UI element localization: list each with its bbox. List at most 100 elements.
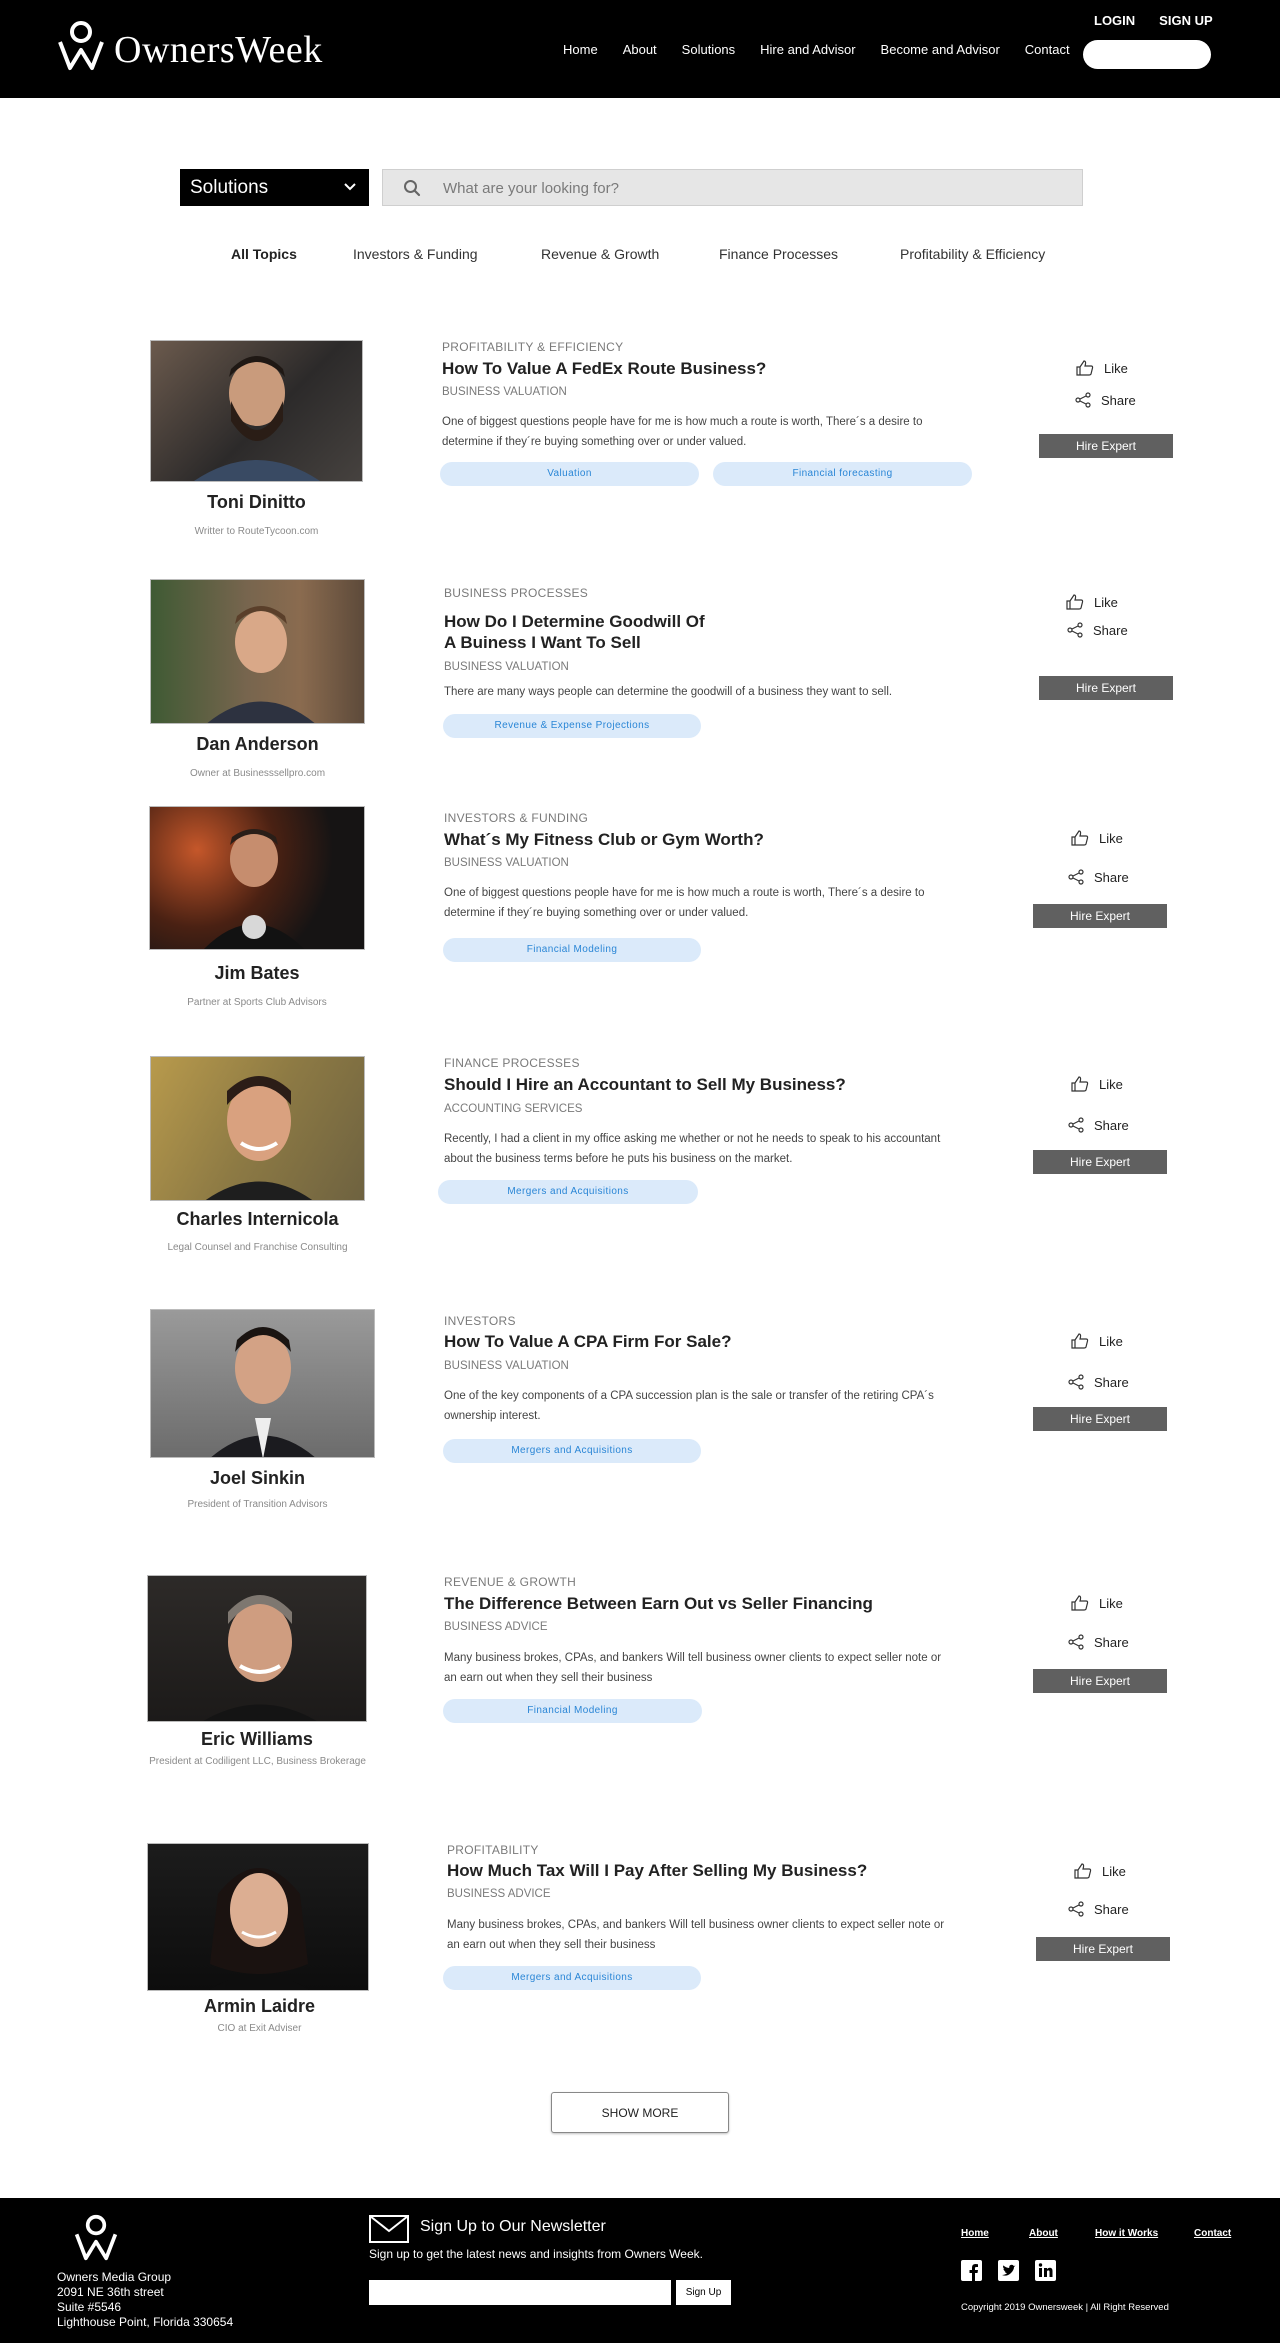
- share-icon: [1068, 1117, 1084, 1133]
- solutions-dropdown[interactable]: Solutions: [180, 169, 369, 206]
- like-button[interactable]: Like: [1071, 1595, 1123, 1611]
- post-excerpt: There are many ways people can determine…: [444, 686, 893, 698]
- site-footer: Owners Media Group 2091 NE 36th street S…: [0, 2198, 1280, 2343]
- thumbs-up-icon: [1071, 1333, 1089, 1349]
- auth-links: LOGIN SIGN UP: [1094, 13, 1237, 28]
- tag-pill[interactable]: Mergers and Acquisitions: [438, 1180, 698, 1204]
- like-label: Like: [1094, 594, 1118, 610]
- share-button[interactable]: Share: [1068, 869, 1129, 885]
- share-button[interactable]: Share: [1068, 1901, 1129, 1917]
- tab-all-topics[interactable]: All Topics: [231, 246, 297, 262]
- post-title[interactable]: How To Value A CPA Firm For Sale?: [444, 1331, 844, 1352]
- tab-finance-processes[interactable]: Finance Processes: [719, 246, 838, 262]
- like-button[interactable]: Like: [1071, 1333, 1123, 1349]
- login-link[interactable]: LOGIN: [1094, 13, 1135, 28]
- post-subcategory: BUSINESS VALUATION: [444, 857, 569, 869]
- author-photo: [150, 340, 363, 482]
- post-subcategory: BUSINESS VALUATION: [444, 661, 569, 673]
- address-line: Owners Media Group: [57, 2270, 172, 2284]
- like-button[interactable]: Like: [1076, 360, 1128, 376]
- share-button[interactable]: Share: [1068, 1374, 1129, 1390]
- tab-investors-funding[interactable]: Investors & Funding: [353, 246, 478, 262]
- company-address: Owners Media Group 2091 NE 36th street S…: [57, 2270, 233, 2330]
- tag-pill[interactable]: Financial forecasting: [713, 462, 972, 486]
- hire-expert-button[interactable]: Hire Expert: [1039, 676, 1173, 700]
- tab-profitability-efficiency[interactable]: Profitability & Efficiency: [900, 246, 1045, 262]
- tag-pill[interactable]: Financial Modeling: [443, 1699, 702, 1723]
- footer-link-home[interactable]: Home: [961, 2228, 989, 2239]
- post-title[interactable]: How Much Tax Will I Pay After Selling My…: [447, 1860, 907, 1881]
- author-role: Partner at Sports Club Advisors: [187, 997, 327, 1008]
- search-input[interactable]: [443, 177, 1043, 199]
- post-title[interactable]: How Do I Determine Goodwill Of A Buiness…: [444, 611, 714, 653]
- post-excerpt: One of the key components of a CPA succe…: [444, 1390, 934, 1422]
- thumbs-up-icon: [1071, 830, 1089, 846]
- share-label: Share: [1093, 622, 1128, 638]
- post-title[interactable]: What´s My Fitness Club or Gym Worth?: [444, 829, 844, 850]
- site-logo[interactable]: OwnersWeek: [58, 20, 368, 74]
- tag-pill[interactable]: Mergers and Acquisitions: [443, 1439, 701, 1463]
- hire-expert-button[interactable]: Hire Expert: [1033, 1407, 1167, 1431]
- nav-solutions[interactable]: Solutions: [682, 42, 735, 57]
- share-button[interactable]: Share: [1068, 1634, 1129, 1650]
- nav-about[interactable]: About: [623, 42, 657, 57]
- footer-link-how-it-works[interactable]: How it Works: [1095, 2228, 1158, 2239]
- share-label: Share: [1094, 869, 1129, 885]
- post-title[interactable]: Should I Hire an Accountant to Sell My B…: [444, 1074, 904, 1095]
- nav-home[interactable]: Home: [563, 42, 598, 57]
- tag-pill[interactable]: Mergers and Acquisitions: [443, 1966, 701, 1990]
- show-more-button[interactable]: SHOW MORE: [551, 2092, 729, 2133]
- hire-expert-button[interactable]: Hire Expert: [1033, 1150, 1167, 1174]
- search-icon[interactable]: [403, 179, 421, 197]
- author-name[interactable]: Toni Dinitto: [150, 492, 363, 513]
- tag-pill[interactable]: Financial Modeling: [443, 938, 701, 962]
- like-button[interactable]: Like: [1066, 594, 1118, 610]
- brand-name: OwnersWeek: [114, 29, 323, 71]
- share-button[interactable]: Share: [1068, 1117, 1129, 1133]
- newsletter-signup-button[interactable]: Sign Up: [676, 2280, 731, 2305]
- author-photo: [147, 1575, 367, 1722]
- share-icon: [1068, 1374, 1084, 1390]
- post-title[interactable]: How To Value A FedEx Route Business?: [442, 358, 842, 379]
- facebook-icon[interactable]: [961, 2260, 982, 2281]
- author-name[interactable]: Armin Laidre: [150, 1996, 369, 2017]
- author-name[interactable]: Jim Bates: [149, 963, 365, 984]
- footer-link-contact[interactable]: Contact: [1194, 2228, 1231, 2239]
- tag-pill[interactable]: Revenue & Expense Projections: [443, 714, 701, 738]
- post-excerpt: Many business brokes, CPAs, and bankers …: [444, 1652, 942, 1684]
- footer-logo-icon[interactable]: [74, 2214, 118, 2262]
- footer-link-about[interactable]: About: [1029, 2228, 1058, 2239]
- twitter-icon[interactable]: [998, 2260, 1019, 2281]
- hire-expert-button[interactable]: Hire Expert: [1033, 904, 1167, 928]
- linkedin-icon[interactable]: [1035, 2260, 1056, 2281]
- post-title[interactable]: The Difference Between Earn Out vs Selle…: [444, 1593, 904, 1614]
- header-search-field[interactable]: [1083, 40, 1211, 69]
- newsletter-email-field[interactable]: [369, 2280, 671, 2305]
- signup-link[interactable]: SIGN UP: [1159, 13, 1212, 28]
- post-category: FINANCE PROCESSES: [444, 1056, 580, 1070]
- share-button[interactable]: Share: [1067, 622, 1128, 638]
- author-name[interactable]: Charles Internicola: [150, 1209, 365, 1230]
- share-label: Share: [1094, 1901, 1129, 1917]
- nav-become-advisor[interactable]: Become and Advisor: [881, 42, 1000, 57]
- hire-expert-button[interactable]: Hire Expert: [1039, 434, 1173, 458]
- author-name[interactable]: Eric Williams: [147, 1729, 367, 1750]
- author-name[interactable]: Dan Anderson: [150, 734, 365, 755]
- share-button[interactable]: Share: [1075, 392, 1136, 408]
- like-label: Like: [1102, 1863, 1126, 1879]
- tab-revenue-growth[interactable]: Revenue & Growth: [541, 246, 659, 262]
- like-button[interactable]: Like: [1071, 1076, 1123, 1092]
- post-subcategory: ACCOUNTING SERVICES: [444, 1103, 583, 1115]
- search-bar: [382, 169, 1083, 206]
- author-name[interactable]: Joel Sinkin: [150, 1468, 365, 1489]
- author-role: Legal Counsel and Franchise Consulting: [167, 1242, 348, 1253]
- like-button[interactable]: Like: [1071, 830, 1123, 846]
- like-button[interactable]: Like: [1074, 1863, 1126, 1879]
- nav-contact[interactable]: Contact: [1025, 42, 1070, 57]
- hire-expert-button[interactable]: Hire Expert: [1033, 1669, 1167, 1693]
- tag-pill[interactable]: Valuation: [440, 462, 699, 486]
- author-role: CIO at Exit Adviser: [217, 2023, 302, 2034]
- nav-hire-advisor[interactable]: Hire and Advisor: [760, 42, 855, 57]
- copyright-text: Copyright 2019 Ownersweek | All Right Re…: [961, 2302, 1169, 2313]
- hire-expert-button[interactable]: Hire Expert: [1036, 1937, 1170, 1961]
